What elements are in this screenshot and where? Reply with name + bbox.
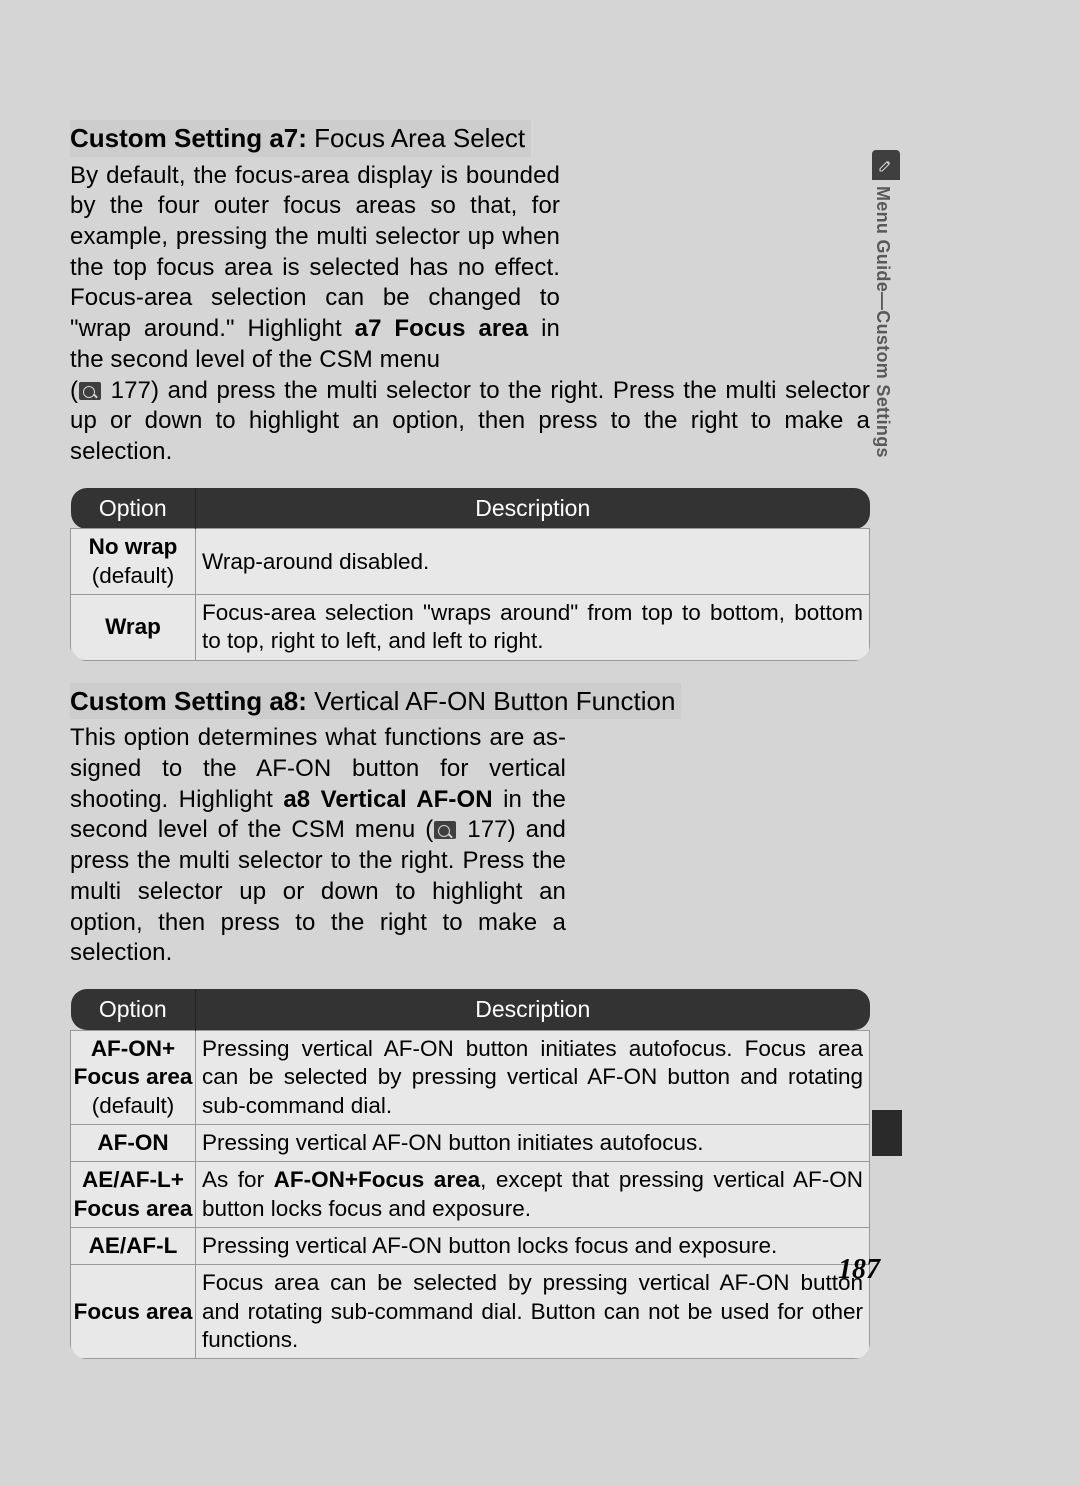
a8-col-option: Option [71,989,196,1030]
heading-a7: Custom Setting a7: Focus Area Select [70,120,531,157]
table-row: AE/AF-L+ Focus area As for AF-ON+Focus a… [71,1162,870,1228]
table-row: AF-ON Pressing vertical AF-ON button ini… [71,1124,870,1161]
a7-paragraph-full: ( 177) and press the multi selector to t… [70,376,870,468]
thumb-index-marker [872,1110,902,1156]
a7-col-option: Option [71,488,196,529]
a7-col-desc: Description [196,488,870,529]
table-row: AE/AF-L Pressing vertical AF-ON button l… [71,1227,870,1264]
a8-col-desc: Description [196,989,870,1030]
a7-options-table: Option Description No wrap(default) Wrap… [70,488,870,661]
table-row: AF-ON+ Focus area (default) Pressing ver… [71,1030,870,1124]
pencil-icon [872,150,900,180]
a8-paragraph: This option determines what functions ar… [70,723,566,969]
heading-a8: Custom Setting a8: Vertical AF-ON Button… [70,683,681,720]
side-tab: Menu Guide—Custom Settings [872,150,900,458]
table-row: Wrap Focus-area selection "wraps around"… [71,595,870,661]
side-tab-label: Menu Guide—Custom Settings [872,180,893,458]
a7-paragraph-narrow: By default, the focus-area display is bo… [70,161,560,376]
page-number: 187 [838,1254,880,1286]
page-ref-icon [434,821,456,839]
a8-options-table: Option Description AF-ON+ Focus area (de… [70,989,870,1359]
table-row: No wrap(default) Wrap-around disabled. [71,529,870,595]
table-row: Focus area Focus area can be selected by… [71,1265,870,1359]
page-ref-icon [79,382,101,400]
